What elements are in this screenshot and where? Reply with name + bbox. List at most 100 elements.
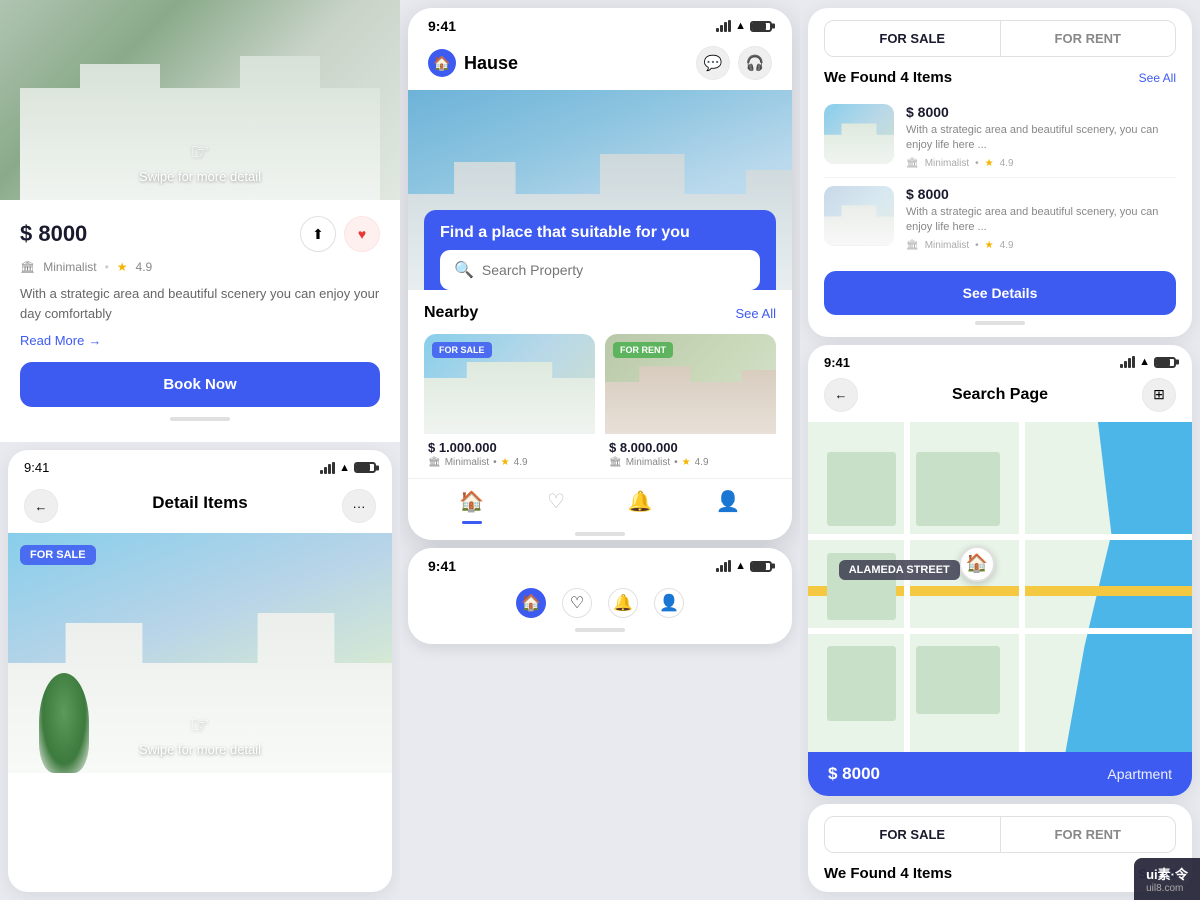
price-row: $ 8000 ⬆ ♥ xyxy=(20,216,380,252)
building-icon-r1: 🏛 xyxy=(906,158,919,169)
map-status-bar: 9:41 ▲ xyxy=(808,345,1192,374)
bottom-nav: 🏠 ♡ 🔔 👤 xyxy=(408,478,792,526)
property-hero-image: ☞ Swipe for more detail xyxy=(0,0,400,200)
logo-icon: 🏠 xyxy=(428,49,456,77)
result2-meta: 🏛 Minimalist • ★ 4.9 xyxy=(906,240,1176,251)
search-input-container[interactable]: 🔍 xyxy=(440,250,760,290)
map-block-2 xyxy=(916,452,1000,527)
for-rent-tab[interactable]: FOR RENT xyxy=(1001,21,1176,56)
card1-rating: 4.9 xyxy=(514,457,528,468)
battery-main xyxy=(750,21,772,32)
nearby-info-2: $ 8.000.000 🏛 Minimalist • ★ 4.9 xyxy=(605,434,776,468)
headphone-button[interactable]: 🎧 xyxy=(738,46,772,80)
map-price: $ 8000 xyxy=(828,764,880,784)
result-item-1[interactable]: $ 8000 With a strategic area and beautif… xyxy=(808,96,1192,177)
card1-price: $ 1.000.000 xyxy=(428,440,591,455)
favorite-button[interactable]: ♥ xyxy=(344,216,380,252)
second-status-time: 9:41 xyxy=(428,558,456,574)
results-header: We Found 4 Items See All xyxy=(808,69,1192,96)
nearby-title: Nearby xyxy=(424,304,478,322)
main-phone: 9:41 ▲ 🏠 Hause 💬 🎧 xyxy=(408,8,792,540)
swipe-icon-2: ☞ xyxy=(190,712,210,738)
search-page-title: Search Page xyxy=(952,386,1048,404)
nav-user[interactable]: 👤 xyxy=(716,489,741,514)
app-name: Hause xyxy=(464,53,518,74)
building-icon: 🏛 xyxy=(20,260,35,274)
detail-card: 9:41 ▲ ← Detail Items ··· FOR SALE ☞ Sw xyxy=(8,450,392,892)
dot-separator: • xyxy=(105,260,109,274)
see-all-results[interactable]: See All xyxy=(1139,71,1176,85)
nav-home[interactable]: 🏠 xyxy=(459,489,484,514)
rating-value: 4.9 xyxy=(136,260,153,274)
property-card-top: ☞ Swipe for more detail $ 8000 ⬆ ♥ 🏛 Min… xyxy=(0,0,400,442)
wifi-icon-2: ▲ xyxy=(735,560,746,572)
nav-bell[interactable]: 🔔 xyxy=(628,489,653,514)
book-now-button[interactable]: Book Now xyxy=(20,362,380,407)
tab-row: FOR SALE FOR RENT xyxy=(824,20,1176,57)
for-sale-tab-2[interactable]: FOR SALE xyxy=(825,817,1001,852)
second-nav-bell[interactable]: 🔔 xyxy=(608,588,638,618)
see-details-button[interactable]: See Details xyxy=(824,271,1176,315)
chat-button[interactable]: 💬 xyxy=(696,46,730,80)
wifi-icon: ▲ xyxy=(339,462,350,474)
second-phone-nav-icons: 🏠 ♡ 🔔 👤 xyxy=(408,580,792,622)
map-background: 🏠 ALAMEDA STREET $ 8000 Apartment xyxy=(808,422,1192,796)
result-info-2: $ 8000 With a strategic area and beautif… xyxy=(906,186,1176,251)
app-logo: 🏠 Hause xyxy=(428,49,518,77)
dot-r2: • xyxy=(975,240,979,251)
detail-hero-image: FOR SALE ☞ Swipe for more detail xyxy=(8,533,392,773)
map-area: 🏠 ALAMEDA STREET $ 8000 Apartment xyxy=(808,422,1192,796)
water-area xyxy=(1058,422,1192,796)
nav-heart[interactable]: ♡ xyxy=(547,489,565,514)
main-status-time: 9:41 xyxy=(428,18,456,34)
result-item-2[interactable]: $ 8000 With a strategic area and beautif… xyxy=(808,178,1192,259)
nb-house-2 xyxy=(605,354,776,434)
price-label: $ 8000 xyxy=(20,221,87,247)
result-thumb-2 xyxy=(824,186,894,246)
middle-column: 9:41 ▲ 🏠 Hause 💬 🎧 xyxy=(400,0,800,900)
map-price-overlay[interactable]: $ 8000 Apartment xyxy=(808,752,1192,796)
back-button[interactable]: ← xyxy=(24,489,58,523)
card-body: $ 8000 ⬆ ♥ 🏛 Minimalist • ★ 4.9 With a s… xyxy=(0,200,400,442)
result1-style: Minimalist xyxy=(925,158,969,169)
second-nav-heart[interactable]: ♡ xyxy=(562,588,592,618)
star-icon-r1: ★ xyxy=(985,158,994,169)
result1-meta: 🏛 Minimalist • ★ 4.9 xyxy=(906,158,1176,169)
for-rent-tab-2[interactable]: FOR RENT xyxy=(1001,817,1176,852)
header-icons: 💬 🎧 xyxy=(696,46,772,80)
star-icon-1: ★ xyxy=(501,457,510,468)
nearby-info-1: $ 1.000.000 🏛 Minimalist • ★ 4.9 xyxy=(424,434,595,468)
more-button[interactable]: ··· xyxy=(342,489,376,523)
read-more-link[interactable]: Read More → xyxy=(20,333,380,348)
second-status-icons: ▲ xyxy=(716,560,772,572)
see-all-link[interactable]: See All xyxy=(736,306,776,321)
star-icon: ★ xyxy=(117,260,128,274)
swipe-hint: ☞ Swipe for more detail xyxy=(139,139,261,184)
nearby-card-1[interactable]: FOR SALE $ 1.000.000 🏛 Minimalist • ★ 4.… xyxy=(424,334,595,468)
style-label: Minimalist xyxy=(43,260,96,274)
search-input[interactable] xyxy=(482,262,746,278)
nearby-section: Nearby See All FOR SALE $ 1.000.000 🏛 Mi… xyxy=(408,290,792,474)
second-nav-home[interactable]: 🏠 xyxy=(516,588,546,618)
map-pin[interactable]: 🏠 xyxy=(959,546,995,582)
hero-image: Find a place that suitable for you 🔍 xyxy=(408,90,792,290)
share-button[interactable]: ⬆ xyxy=(300,216,336,252)
second-nav-user[interactable]: 👤 xyxy=(654,588,684,618)
rt-house-1 xyxy=(824,119,894,164)
battery-2 xyxy=(750,561,772,572)
main-status-bar: 9:41 ▲ xyxy=(408,8,792,40)
for-sale-tab[interactable]: FOR SALE xyxy=(825,21,1001,56)
app-header: 🏠 Hause 💬 🎧 xyxy=(408,40,792,90)
nearby-card-2[interactable]: FOR RENT $ 8.000.000 🏛 Minimalist • ★ 4.… xyxy=(605,334,776,468)
results-scroll-bar xyxy=(975,321,1025,325)
swipe-text: Swipe for more detail xyxy=(139,169,261,184)
results-card: FOR SALE FOR RENT We Found 4 Items See A… xyxy=(808,8,1192,337)
nearby-image-2: FOR RENT xyxy=(605,334,776,434)
filter-button[interactable]: ⊞ xyxy=(1142,378,1176,412)
swipe-hint-2: ☞ Swipe for more detail xyxy=(139,712,261,757)
watermark-sub: uil8.com xyxy=(1146,883,1188,894)
card2-style: Minimalist xyxy=(626,457,670,468)
road-v-2 xyxy=(1019,422,1025,796)
map-back-button[interactable]: ← xyxy=(824,378,858,412)
card2-rating: 4.9 xyxy=(695,457,709,468)
